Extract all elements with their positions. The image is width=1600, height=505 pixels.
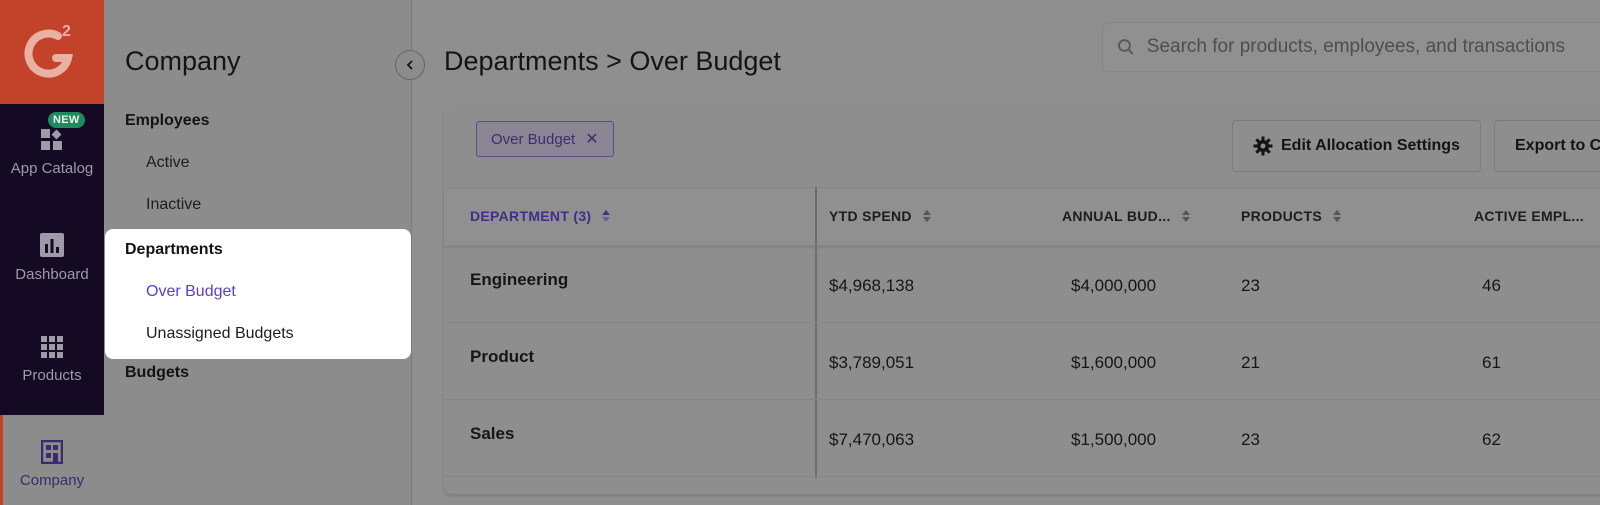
rail-label: Company [19,472,85,489]
rail-item-company[interactable]: Company [0,440,104,489]
cell-active-employees: 61 [1482,353,1501,372]
column-header-ytd-spend[interactable]: YTD SPEND [829,208,932,224]
cell-annual-budget: $4,000,000 [1071,276,1157,295]
sidebar-section-departments[interactable]: Departments [125,241,223,259]
cell-products: 21 [1241,353,1260,372]
products-grid-icon [41,336,63,358]
rail-item-app-catalog[interactable]: App Catalog [0,128,104,177]
sort-icon [1332,210,1341,222]
row-divider [444,322,1600,323]
cell-ytd-spend: $4,968,138 [829,276,915,295]
sort-icon [1181,210,1190,222]
frozen-column-divider [815,187,817,478]
company-building-icon [41,440,63,464]
column-header-label: ANNUAL BUD... [1062,208,1171,224]
sidebar-item-active[interactable]: Active [146,154,190,172]
sidebar-item-unassigned-budgets[interactable]: Unassigned Budgets [146,325,294,343]
column-header-active-employees[interactable]: ACTIVE EMPL... [1474,208,1584,224]
column-header-label: ACTIVE EMPL... [1474,208,1584,224]
cell-ytd-spend: $3,789,051 [829,353,915,372]
cell-department[interactable]: Sales [470,424,514,444]
rail-label: Dashboard [15,266,89,283]
column-header-annual-budget[interactable]: ANNUAL BUD... [1062,208,1191,224]
column-header-products[interactable]: PRODUCTS [1241,208,1342,224]
new-badge: NEW [48,112,85,128]
cell-annual-budget: $1,500,000 [1071,430,1157,449]
rail-label: Products [22,367,82,384]
cell-products: 23 [1241,430,1260,449]
sidebar-section-employees[interactable]: Employees [125,112,209,130]
table-header [444,187,1600,246]
column-header-department[interactable]: DEPARTMENT (3) [470,208,611,224]
sort-icon [602,210,611,222]
cell-active-employees: 62 [1482,430,1501,449]
rail-label: App Catalog [10,160,94,177]
column-header-label: DEPARTMENT (3) [470,208,592,224]
app-catalog-icon [41,129,62,150]
page-title: Departments > Over Budget [444,46,781,76]
column-header-label: PRODUCTS [1241,208,1322,224]
edit-allocation-label: Edit Allocation Settings [1281,137,1460,154]
sidebar-item-inactive[interactable]: Inactive [146,196,201,214]
rail-item-dashboard[interactable]: Dashboard [0,232,104,283]
search-icon [1117,39,1134,55]
filter-chip[interactable]: Over Budget ✕ [476,121,614,157]
remove-filter-icon[interactable]: ✕ [585,129,598,149]
cell-ytd-spend: $7,470,063 [829,430,915,449]
chevron-left-icon [406,60,413,70]
export-label: Export to CSV [1515,137,1600,154]
cell-department[interactable]: Engineering [470,270,568,290]
g2-logo[interactable]: 2 [0,0,104,104]
edit-allocation-settings-button[interactable]: Edit Allocation Settings [1232,120,1481,172]
row-divider [444,476,1600,477]
cell-active-employees: 46 [1482,276,1501,295]
gear-icon [1253,136,1273,156]
cell-department[interactable]: Product [470,347,534,367]
rail-item-products[interactable]: Products [0,335,104,384]
search-bar[interactable] [1102,22,1600,72]
collapse-sidebar-button[interactable] [395,50,425,80]
filter-chip-label: Over Budget [491,130,576,148]
column-header-label: YTD SPEND [829,208,912,224]
sidebar-title: Company [125,46,241,76]
cell-products: 23 [1241,276,1260,295]
row-divider [444,399,1600,400]
g2-logo-icon: 2 [24,23,74,78]
cell-annual-budget: $1,600,000 [1071,353,1157,372]
search-input[interactable] [1146,36,1600,58]
dashboard-icon [40,233,64,257]
sidebar-section-budgets[interactable]: Budgets [125,364,189,382]
export-button[interactable]: Export to CSV [1494,120,1600,172]
svg-text:2: 2 [62,23,71,40]
departments-highlight: Departments Over Budget Unassigned Budge… [105,229,411,359]
sort-icon [922,210,931,222]
sidebar-item-over-budget[interactable]: Over Budget [146,283,236,301]
